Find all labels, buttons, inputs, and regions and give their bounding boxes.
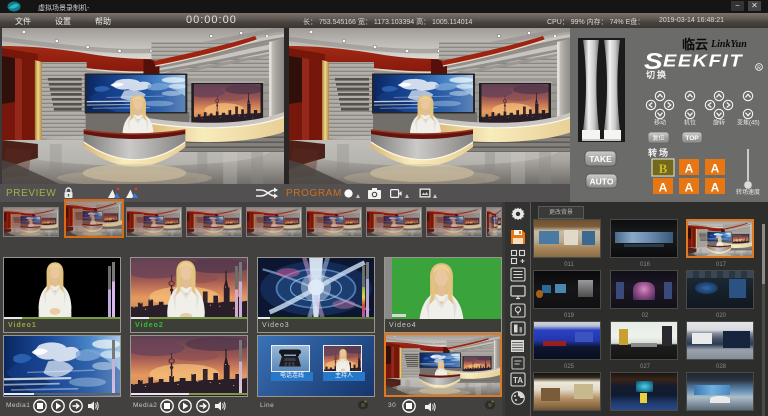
svg-text:TA: TA <box>513 376 523 385</box>
svg-text:临云: 临云 <box>682 37 708 52</box>
svg-text:A: A <box>659 181 668 195</box>
svg-text:EEKFIT: EEKFIT <box>663 52 743 72</box>
svg-text:旋转: 旋转 <box>713 119 725 127</box>
svg-text:LinkYun: LinkYun <box>710 39 747 50</box>
svg-text:R: R <box>757 66 761 72</box>
svg-text:TOP: TOP <box>685 135 699 142</box>
svg-text:A: A <box>685 162 694 176</box>
svg-text:转场: 转场 <box>648 147 670 158</box>
svg-text:机位: 机位 <box>684 119 696 127</box>
svg-text:AUTO: AUTO <box>590 177 614 187</box>
svg-text:B: B <box>659 161 668 176</box>
svg-text:变焦(45): 变焦(45) <box>737 119 760 127</box>
svg-text:A: A <box>711 181 720 195</box>
svg-text:A: A <box>685 181 694 195</box>
svg-text:复位: 复位 <box>652 134 664 142</box>
svg-text:移动: 移动 <box>654 119 666 127</box>
svg-text:转场速度: 转场速度 <box>736 188 760 196</box>
svg-text:TAKE: TAKE <box>589 154 612 164</box>
svg-text:A: A <box>711 162 720 176</box>
svg-text:切换: 切换 <box>646 69 668 80</box>
